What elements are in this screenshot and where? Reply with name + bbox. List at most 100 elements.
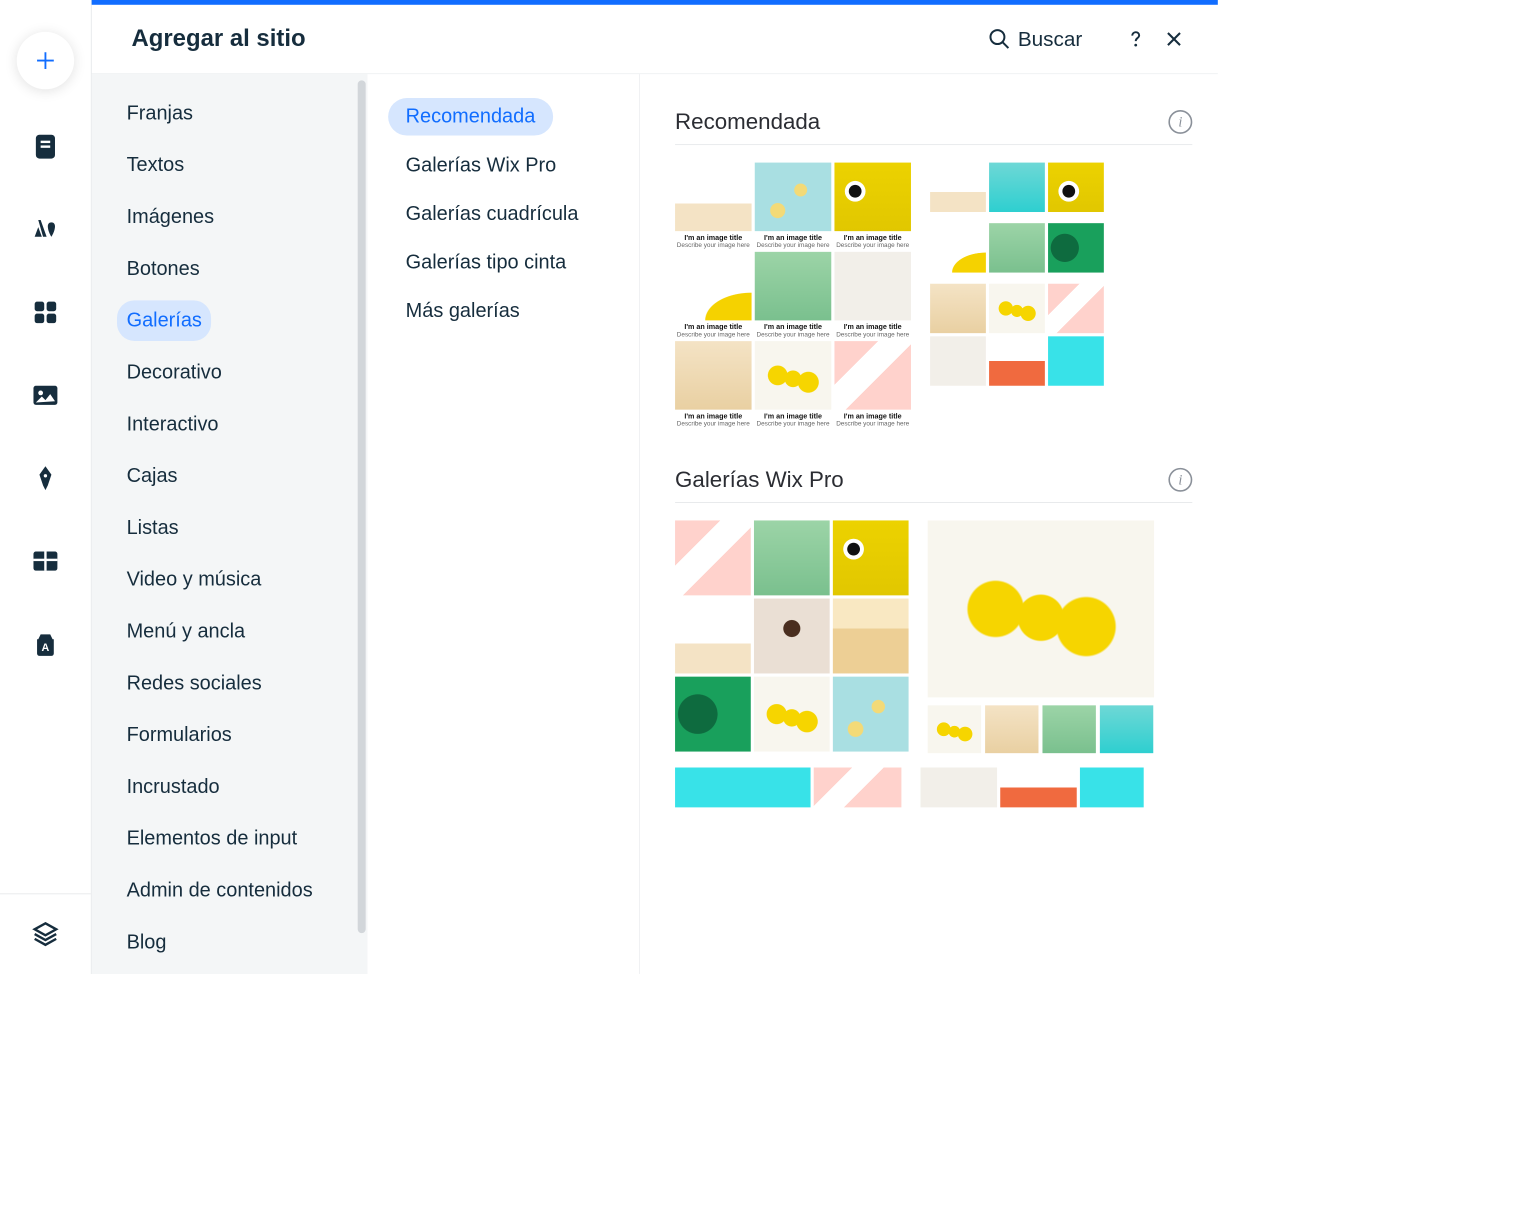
section-header-recommended: Recomendada i: [675, 109, 1192, 145]
category-item[interactable]: Botones: [117, 249, 209, 290]
thumb: [989, 163, 1045, 212]
thumb: [675, 599, 751, 674]
category-item[interactable]: Imágenes: [117, 197, 224, 238]
thumb: [928, 520, 1154, 697]
category-item[interactable]: Listas: [117, 508, 188, 549]
category-item[interactable]: Elementos de input: [117, 819, 307, 860]
table-icon: [31, 547, 60, 576]
rail-layers[interactable]: [28, 917, 63, 952]
category-item[interactable]: Interactivo: [117, 404, 228, 445]
rail-media[interactable]: [28, 378, 63, 413]
thumb: [1048, 163, 1104, 212]
wixpro-row-2: [675, 768, 1192, 808]
rail-data[interactable]: [28, 544, 63, 579]
gallery-template-pro-strip-a[interactable]: [675, 768, 901, 808]
section-title: Galerías Wix Pro: [675, 467, 844, 493]
category-item[interactable]: Cajas: [117, 456, 187, 497]
thumb: [930, 163, 986, 212]
category-item[interactable]: Formularios: [117, 715, 241, 756]
thumb: [1048, 284, 1104, 333]
thumb: I'm an image titleDescribe your image he…: [675, 252, 752, 338]
thumb: I'm an image titleDescribe your image he…: [675, 163, 752, 249]
thumb: [1042, 705, 1095, 753]
search-label: Buscar: [1018, 27, 1082, 52]
plus-icon: [34, 49, 56, 71]
rail-pages[interactable]: [28, 129, 63, 164]
preview-column[interactable]: Recomendada i I'm an image titleDescribe…: [640, 74, 1218, 974]
category-item[interactable]: Galerías: [117, 300, 211, 341]
category-item[interactable]: Menú y ancla: [117, 611, 255, 652]
thumb: [675, 520, 751, 595]
thumb: [833, 677, 909, 752]
thumb: [675, 677, 751, 752]
close-icon: [1164, 29, 1185, 50]
thumb: [928, 705, 981, 753]
gallery-template-grid-compact[interactable]: [930, 163, 1104, 428]
thumb: [754, 677, 830, 752]
thumb: [1000, 768, 1077, 808]
add-button[interactable]: [17, 32, 74, 89]
category-item[interactable]: Video y música: [117, 559, 271, 600]
help-button[interactable]: [1124, 27, 1148, 51]
categories-column[interactable]: Franjas Textos Imágenes Botones Galerías Deco…: [92, 74, 368, 974]
thumb: [754, 520, 830, 595]
panel-header: Agregar al sitio Buscar: [92, 5, 1218, 74]
info-button[interactable]: i: [1168, 110, 1192, 134]
thumb: I'm an image titleDescribe your image he…: [834, 341, 911, 427]
thumb: [1048, 223, 1104, 272]
thumb: [754, 599, 830, 674]
thumb: [921, 768, 998, 808]
help-icon: [1125, 29, 1146, 50]
rail-apps[interactable]: [28, 295, 63, 330]
search-icon: [988, 27, 1012, 51]
thumb: [930, 284, 986, 333]
search-button[interactable]: Buscar: [988, 27, 1083, 52]
thumb: [1100, 705, 1153, 753]
category-item[interactable]: Blog: [117, 922, 176, 963]
thumb: I'm an image titleDescribe your image he…: [834, 163, 911, 249]
section-title: Recomendada: [675, 109, 820, 135]
panel-title: Agregar al sitio: [132, 26, 306, 53]
design-icon: [31, 215, 60, 244]
subcategory-item[interactable]: Recomendada: [388, 98, 553, 135]
page-icon: [31, 132, 60, 161]
gallery-template-pro-strip-b[interactable]: [921, 768, 1144, 808]
category-item[interactable]: Admin de contenidos: [117, 870, 322, 911]
thumb: I'm an image titleDescribe your image he…: [834, 252, 911, 338]
thumb: [930, 223, 986, 272]
rail-blog[interactable]: [28, 461, 63, 496]
layers-icon: [31, 920, 60, 949]
image-icon: [31, 381, 60, 410]
thumb: [985, 705, 1038, 753]
pen-icon: [31, 464, 60, 493]
thumb: [1048, 336, 1104, 385]
category-item[interactable]: Redes sociales: [117, 663, 271, 704]
gallery-template-grid-captioned[interactable]: I'm an image titleDescribe your image he…: [675, 163, 911, 428]
close-button[interactable]: [1162, 27, 1186, 51]
category-item[interactable]: Decorativo: [117, 352, 231, 393]
subcategory-item[interactable]: Más galerías: [388, 292, 537, 329]
thumb: I'm an image titleDescribe your image he…: [675, 341, 752, 427]
gallery-template-pro-grid[interactable]: [675, 520, 909, 753]
recommended-row: I'm an image titleDescribe your image he…: [675, 163, 1192, 428]
category-item[interactable]: Textos: [117, 145, 194, 186]
main-panel: Agregar al sitio Buscar Franjas Textos Imá…: [92, 0, 1218, 974]
thumb: [989, 223, 1045, 272]
thumb: [930, 336, 986, 385]
scrollbar[interactable]: [358, 80, 366, 933]
rail-design[interactable]: [28, 212, 63, 247]
subcategory-item[interactable]: Galerías Wix Pro: [388, 147, 574, 184]
apps-icon: [31, 298, 60, 327]
gallery-template-pro-single[interactable]: [928, 520, 1154, 753]
rail-store[interactable]: A: [28, 626, 63, 661]
thumb: [989, 284, 1045, 333]
svg-text:A: A: [42, 642, 50, 654]
category-item[interactable]: Incrustado: [117, 767, 229, 808]
panel-content: Franjas Textos Imágenes Botones Galerías Deco…: [92, 74, 1218, 974]
thumb: [1080, 768, 1144, 808]
subcategory-item[interactable]: Galerías cuadrícula: [388, 195, 596, 232]
info-button[interactable]: i: [1168, 468, 1192, 492]
category-item[interactable]: Franjas: [117, 93, 203, 134]
thumb: [989, 336, 1045, 385]
subcategory-item[interactable]: Galerías tipo cinta: [388, 244, 584, 281]
